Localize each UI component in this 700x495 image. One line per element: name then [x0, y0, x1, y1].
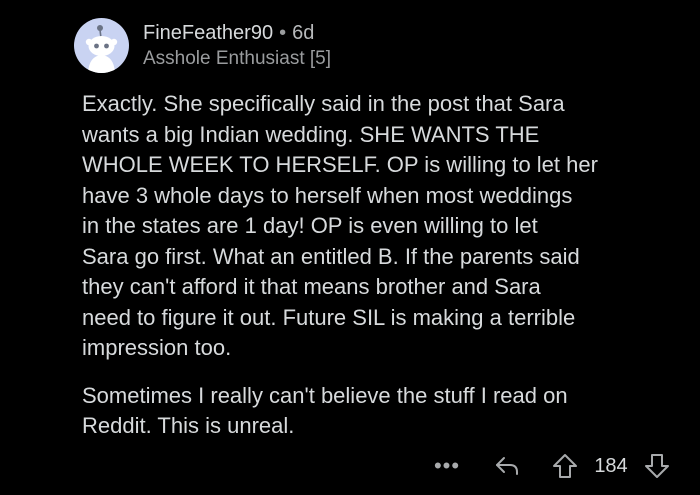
comment-header: FineFeather90 • 6d: [143, 20, 314, 46]
comment-body: Exactly. She specifically said in the po…: [82, 89, 682, 442]
avatar[interactable]: [74, 18, 129, 73]
reply-arrow-icon: [496, 457, 518, 475]
downvote-button[interactable]: [642, 450, 672, 482]
more-options-button[interactable]: •••: [430, 450, 464, 482]
comment-paragraph: Sometimes I really can't believe the stu…: [82, 382, 568, 439]
vote-score: 184: [594, 454, 628, 477]
downvote-arrow-icon: [645, 454, 669, 478]
upvote-button[interactable]: [550, 450, 580, 482]
reddit-snoo-avatar-icon: [85, 25, 118, 73]
separator-dot: •: [279, 22, 287, 44]
comment-actions: ••• 184: [430, 450, 680, 482]
upvote-arrow-icon: [553, 454, 577, 478]
user-flair: Asshole Enthusiast [5]: [143, 48, 331, 69]
reply-button[interactable]: [490, 450, 524, 482]
comment-paragraph: Exactly. She specifically said in the po…: [82, 91, 598, 360]
username[interactable]: FineFeather90: [143, 22, 273, 44]
comment-age: 6d: [292, 22, 315, 44]
